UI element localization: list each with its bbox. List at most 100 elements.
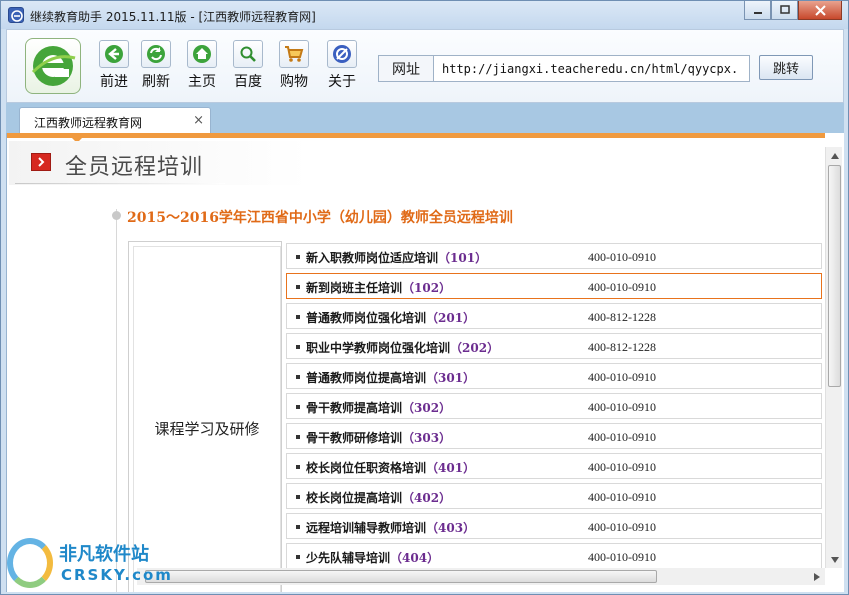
course-row[interactable]: 职业中学教师岗位强化培训（202） 400-812-1228 [286, 333, 822, 359]
tab-strip: 江西教师远程教育网 × [6, 103, 844, 133]
go-button[interactable]: 跳转 [759, 55, 813, 80]
program-title[interactable]: 2015～2016学年江西省中小学（幼儿园）教师全员远程培训 [127, 207, 513, 227]
window-title: 继续教育助手 2015.11.11版 - [江西教师远程教育网] [30, 10, 316, 24]
course-name-link[interactable]: 新入职教师岗位适应培训（101） [306, 249, 487, 266]
course-phone: 400-010-0910 [588, 520, 656, 534]
about-button[interactable]: 关于 [322, 40, 362, 91]
course-phone: 400-010-0910 [588, 280, 656, 294]
bullet-icon [296, 405, 300, 409]
minimize-icon [753, 12, 762, 14]
scroll-right-icon[interactable] [808, 568, 825, 585]
horizontal-scrollbar[interactable] [137, 568, 825, 585]
forward-label: 前进 [100, 74, 128, 90]
course-phone: 400-010-0910 [588, 400, 656, 414]
bullet-icon [296, 435, 300, 439]
course-name-link[interactable]: 普通教师岗位强化培训（201） [306, 309, 475, 326]
course-code: （404） [390, 551, 440, 565]
refresh-button[interactable]: 刷新 [136, 40, 176, 91]
chevron-right-icon [31, 153, 51, 171]
title-bar[interactable]: 继续教育助手 2015.11.11版 - [江西教师远程教育网] [1, 1, 848, 29]
course-phone: 400-010-0910 [588, 430, 656, 444]
maximize-icon [779, 5, 790, 14]
tab-close-icon[interactable]: × [193, 113, 204, 128]
course-phone: 400-812-1228 [588, 340, 656, 354]
course-name: 骨干教师提高培训 [306, 401, 403, 415]
course-phone: 400-010-0910 [588, 550, 656, 564]
course-code: （101） [438, 251, 488, 265]
course-name-link[interactable]: 校长岗位任职资格培训（401） [306, 459, 475, 476]
app-icon [8, 7, 24, 23]
course-code: （301） [426, 371, 476, 385]
course-row[interactable]: 少先队辅导培训（404） 400-010-0910 [286, 543, 822, 569]
scroll-up-icon[interactable] [826, 147, 843, 164]
course-phone: 400-010-0910 [588, 460, 656, 474]
about-label: 关于 [328, 74, 356, 90]
course-row[interactable]: 校长岗位任职资格培训（401） 400-010-0910 [286, 453, 822, 479]
close-icon [814, 4, 826, 16]
arrow-left-icon [99, 40, 129, 68]
tab-jiangxi[interactable]: 江西教师远程教育网 × [19, 107, 211, 133]
bullet-icon [296, 555, 300, 559]
app-logo [25, 38, 81, 94]
url-label: 网址 [378, 55, 434, 82]
course-name-link[interactable]: 少先队辅导培训（404） [306, 549, 439, 566]
minimize-button[interactable] [744, 1, 771, 20]
home-label: 主页 [188, 74, 216, 90]
toolbar: 前进 刷新 主页 百度 购物 关于 网址 http://jiangxi.teac… [6, 29, 844, 103]
course-row[interactable]: 骨干教师提高培训（302） 400-010-0910 [286, 393, 822, 419]
course-code: （303） [402, 431, 452, 445]
course-row[interactable]: 骨干教师研修培训（303） 400-010-0910 [286, 423, 822, 449]
home-button[interactable]: 主页 [182, 40, 222, 91]
course-row[interactable]: 远程培训辅导教师培训（403） 400-010-0910 [286, 513, 822, 539]
course-name-link[interactable]: 骨干教师研修培训（303） [306, 429, 451, 446]
vertical-scroll-thumb[interactable] [828, 165, 841, 387]
close-button[interactable] [798, 1, 842, 20]
course-code: （201） [426, 311, 476, 325]
course-name: 校长岗位任职资格培训 [306, 461, 427, 475]
course-name-link[interactable]: 职业中学教师岗位强化培训（202） [306, 339, 499, 356]
e-logo-icon [31, 46, 76, 86]
about-icon [327, 40, 357, 68]
course-name: 校长岗位提高培训 [306, 491, 403, 505]
app-window: 继续教育助手 2015.11.11版 - [江西教师远程教育网] 前进 刷新 主… [0, 0, 849, 595]
course-phone: 400-812-1228 [588, 310, 656, 324]
tree-dot [112, 211, 121, 220]
maximize-button[interactable] [771, 1, 798, 20]
shopping-label: 购物 [280, 74, 308, 90]
url-input[interactable]: http://jiangxi.teacheredu.cn/html/qyycpx… [434, 55, 750, 82]
course-name-link[interactable]: 新到岗班主任培训（102） [306, 279, 451, 296]
watermark: 非凡软件站 CRSKY.com [1, 532, 181, 595]
course-code: （202） [450, 341, 500, 355]
header-underline [15, 183, 225, 184]
course-name-link[interactable]: 普通教师岗位提高培训（301） [306, 369, 475, 386]
course-code: （403） [426, 521, 476, 535]
vertical-scrollbar[interactable] [825, 147, 842, 568]
forward-button[interactable]: 前进 [94, 40, 134, 91]
course-row[interactable]: 新入职教师岗位适应培训（101） 400-010-0910 [286, 243, 822, 269]
course-row[interactable]: 校长岗位提高培训（402） 400-010-0910 [286, 483, 822, 509]
course-phone: 400-010-0910 [588, 250, 656, 264]
scroll-down-icon[interactable] [826, 551, 843, 568]
course-name: 少先队辅导培训 [306, 551, 391, 565]
course-row[interactable]: 新到岗班主任培训（102） 400-010-0910 [286, 273, 822, 299]
course-row[interactable]: 普通教师岗位强化培训（201） 400-812-1228 [286, 303, 822, 329]
watermark-en: CRSKY.com [61, 566, 173, 584]
horizontal-scroll-thumb[interactable] [145, 570, 657, 583]
watermark-cn: 非凡软件站 [59, 544, 149, 565]
search-icon [233, 40, 263, 68]
orange-top-bar [7, 133, 825, 138]
shopping-button[interactable]: 购物 [274, 40, 314, 91]
course-row[interactable]: 普通教师岗位提高培训（301） 400-010-0910 [286, 363, 822, 389]
course-name-link[interactable]: 远程培训辅导教师培训（403） [306, 519, 475, 536]
bullet-icon [296, 525, 300, 529]
watermark-logo-icon [7, 538, 53, 588]
course-name-link[interactable]: 校长岗位提高培训（402） [306, 489, 451, 506]
course-name-link[interactable]: 骨干教师提高培训（302） [306, 399, 451, 416]
baidu-button[interactable]: 百度 [228, 40, 268, 91]
course-name: 职业中学教师岗位强化培训 [306, 341, 451, 355]
course-name: 远程培训辅导教师培训 [306, 521, 427, 535]
baidu-label: 百度 [234, 74, 262, 90]
bullet-icon [296, 345, 300, 349]
bullet-icon [296, 375, 300, 379]
bullet-icon [296, 315, 300, 319]
